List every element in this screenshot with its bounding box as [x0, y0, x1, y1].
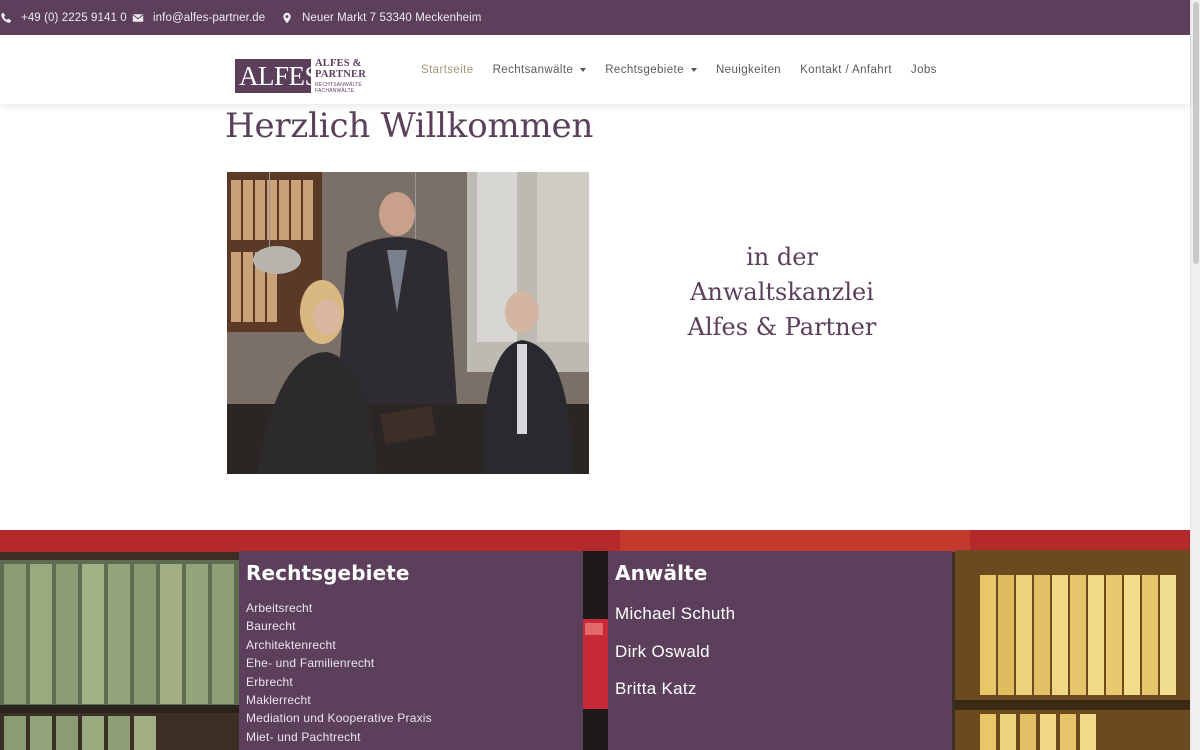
scrollbar[interactable] — [1190, 0, 1200, 750]
main-nav: Startseite Rechtsanwälte Rechtsgebiete N… — [421, 35, 956, 104]
envelope-icon — [132, 13, 144, 22]
contact-bar: +49 (0) 2225 9141 0 info@alfes-partner.d… — [0, 0, 1190, 35]
address-text: Neuer Markt 7 53340 Meckenheim — [302, 11, 482, 24]
nav-kontakt[interactable]: Kontakt / Anfahrt — [800, 64, 892, 76]
rechtsgebiet-link-familienrecht[interactable]: Ehe- und Familienrecht — [246, 654, 583, 672]
rechtsgebiete-panel: Rechtsgebiete Arbeitsrecht Baurecht Arch… — [239, 551, 583, 750]
rechtsgebiet-link-maklerrecht[interactable]: Maklerrecht — [246, 691, 583, 709]
rechtsgebiet-link-baurecht[interactable]: Baurecht — [246, 617, 583, 635]
logo-line-1: ALFES & PARTNER — [315, 58, 367, 80]
map-marker-icon — [283, 12, 291, 23]
nav-rechtsgebiete[interactable]: Rechtsgebiete — [605, 64, 697, 76]
scrollbar-thumb[interactable] — [1193, 2, 1199, 264]
anwaelte-list: Michael Schuth Dirk Oswald Britta Katz — [608, 595, 952, 708]
anwaelte-panel: Anwälte Michael Schuth Dirk Oswald Britt… — [608, 551, 952, 750]
team-photo — [227, 172, 589, 474]
team-photo-illustration — [227, 172, 589, 474]
anwalt-link-oswald[interactable]: Dirk Oswald — [615, 633, 952, 671]
address-contact[interactable]: Neuer Markt 7 53340 Meckenheim — [281, 0, 481, 35]
nav-label: Startseite — [421, 63, 474, 76]
nav-startseite[interactable]: Startseite — [421, 64, 474, 76]
nav-label: Neuigkeiten — [715, 63, 782, 76]
nav-label: Rechtsgebiete — [605, 63, 684, 76]
anwalt-link-katz[interactable]: Britta Katz — [615, 670, 952, 708]
phone-text: +49 (0) 2225 9141 0 — [21, 11, 127, 24]
logo-line-2: RECHTSANWÄLTE FACHANWÄLTE — [315, 82, 362, 94]
phone-contact[interactable]: +49 (0) 2225 9141 0 — [0, 0, 127, 35]
logo-text: ALFES & PARTNER RECHTSANWÄLTE FACHANWÄLT… — [311, 58, 395, 94]
nav-label: Rechtsanwälte — [492, 63, 574, 76]
rechtsgebiet-link-mietrecht[interactable]: Miet- und Pachtrecht — [246, 728, 583, 746]
rechtsgebiet-link-mediation[interactable]: Mediation und Kooperative Praxis — [246, 709, 583, 727]
email-contact[interactable]: info@alfes-partner.de — [132, 0, 265, 35]
divider-strip-illustration — [583, 551, 608, 750]
phone-icon — [1, 12, 12, 23]
nav-label: Kontakt / Anfahrt — [800, 63, 892, 76]
rechtsgebiete-heading: Rechtsgebiete — [246, 561, 410, 585]
nav-rechtsanwaelte[interactable]: Rechtsanwälte — [493, 64, 587, 76]
email-text: info@alfes-partner.de — [153, 11, 266, 24]
nav-jobs[interactable]: Jobs — [911, 64, 937, 76]
divider-strip — [583, 551, 608, 750]
nav-neuigkeiten[interactable]: Neuigkeiten — [716, 64, 781, 76]
rechtsgebiet-link-erbrecht[interactable]: Erbrecht — [246, 673, 583, 691]
site-header: ALFES ALFES & PARTNER RECHTSANWÄLTE FACH… — [0, 35, 1190, 104]
tagline-line-3: Alfes & Partner — [687, 313, 877, 341]
tagline-line-2: Anwaltskanzlei — [690, 278, 874, 306]
tagline: in der Anwaltskanzlei Alfes & Partner — [647, 240, 917, 345]
rechtsgebiet-link-architektenrecht[interactable]: Architektenrecht — [246, 636, 583, 654]
caret-down-icon — [580, 67, 587, 72]
logo[interactable]: ALFES ALFES & PARTNER RECHTSANWÄLTE FACH… — [235, 58, 395, 94]
logo-mark: ALFES — [235, 59, 320, 93]
anwalt-link-schuth[interactable]: Michael Schuth — [615, 595, 952, 633]
rechtsgebiet-link-arbeitsrecht[interactable]: Arbeitsrecht — [246, 599, 583, 617]
tagline-line-1: in der — [746, 243, 818, 271]
nav-label: Jobs — [910, 63, 937, 76]
caret-down-icon — [690, 67, 697, 72]
anwaelte-heading: Anwälte — [615, 561, 708, 585]
page-title: Herzlich Willkommen — [225, 106, 594, 146]
rechtsgebiete-list: Arbeitsrecht Baurecht Architektenrecht E… — [239, 599, 583, 746]
